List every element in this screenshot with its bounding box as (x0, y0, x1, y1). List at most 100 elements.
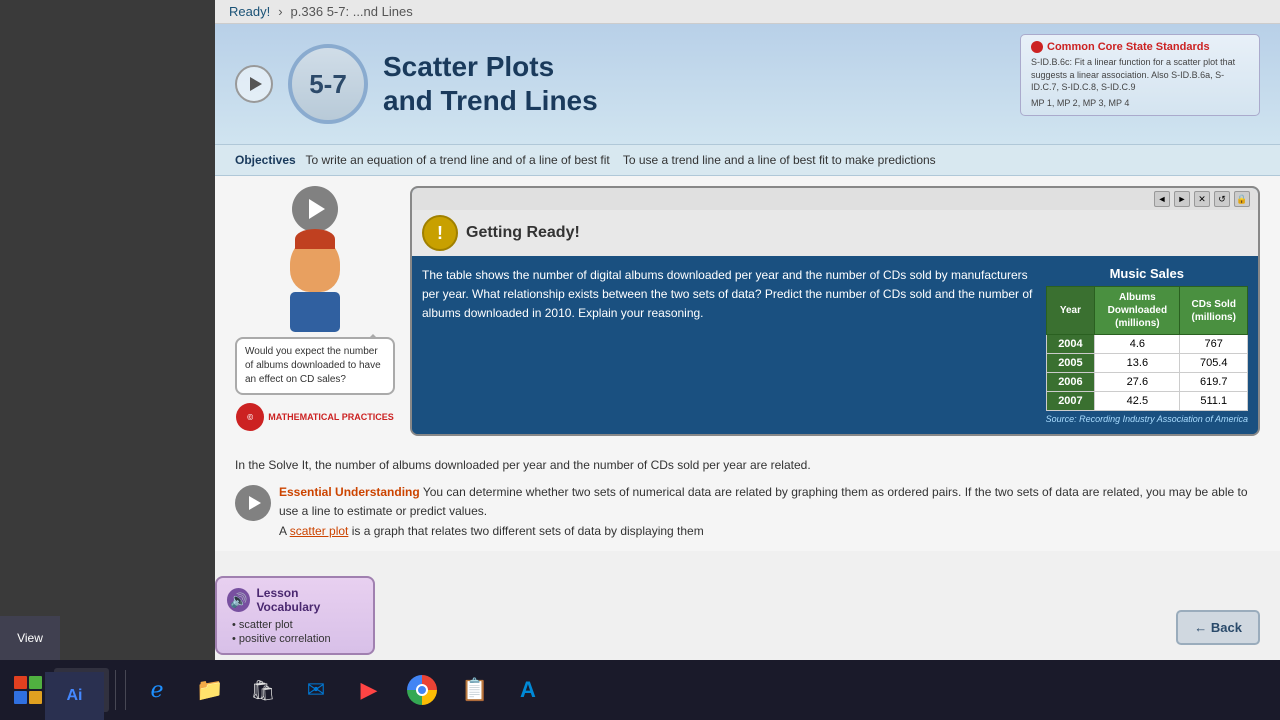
math-practices-label: MATHEMATICAL PRACTICES (268, 412, 394, 422)
cell-cds: 705.4 (1180, 354, 1248, 373)
chrome-icon (407, 675, 437, 705)
col-year: Year (1046, 287, 1095, 335)
solve-it-icon: ! (422, 215, 458, 251)
main-content: Ready! › p.336 5-7: ...nd Lines 5-7 Scat… (215, 0, 1280, 660)
lesson-header: 5-7 Scatter Plots and Trend Lines Common… (215, 24, 1280, 144)
view-button[interactable]: View (0, 616, 60, 660)
cell-albums: 13.6 (1095, 354, 1180, 373)
cell-cds: 511.1 (1180, 392, 1248, 411)
scatter-plot-rest: is a graph that relates two different se… (352, 524, 704, 538)
cell-cds: 619.7 (1180, 373, 1248, 392)
ai-taskbar-item[interactable]: Ai (45, 672, 104, 720)
eu-content: You can determine whether two sets of nu… (279, 485, 1248, 518)
essential-understanding: Essential Understanding You can determin… (235, 483, 1260, 541)
media-player-icon: ▶ (353, 674, 385, 706)
taskbar-azure[interactable]: A (503, 663, 553, 717)
taskbar-ie[interactable]: ℯ (132, 663, 182, 717)
taskbar-divider-2 (125, 670, 126, 710)
objectives-label: Objectives (235, 153, 296, 167)
taskbar-divider-1 (115, 670, 116, 710)
taskbar-chrome[interactable] (397, 663, 447, 717)
taskbar-store[interactable]: 🛍 (238, 663, 288, 717)
solve-it-panel: ◄ ► ✕ ↺ 🔒 ! Getting Ready! The table sho… (410, 186, 1260, 436)
titlebar-lock-btn[interactable]: 🔒 (1234, 191, 1250, 207)
music-sales-table: Music Sales Year Albums Downloaded (mill… (1046, 266, 1248, 424)
vocab-header: 🔊 Lesson Vocabulary (227, 586, 363, 614)
file-explorer-icon: 📁 (194, 674, 226, 706)
header-play-button[interactable] (235, 65, 273, 103)
solve-it-reference: In the Solve It, the number of albums do… (235, 456, 1260, 475)
taskbar: 🔍 Ai ℯ 📁 🛍 ✉ ▶ 📋 (0, 660, 1280, 720)
music-sales-title: Music Sales (1046, 266, 1248, 281)
breadcrumb: Ready! › p.336 5-7: ...nd Lines (215, 0, 1280, 24)
cell-cds: 767 (1180, 335, 1248, 354)
lesson-number: 5-7 (288, 44, 368, 124)
solve-it-text: The table shows the number of digital al… (422, 266, 1036, 424)
titlebar-close-btn[interactable]: ✕ (1194, 191, 1210, 207)
mail-icon: ✉ (300, 674, 332, 706)
taskbar-sticky[interactable]: 📋 (450, 663, 500, 717)
cell-albums: 4.6 (1095, 335, 1180, 354)
vocab-item: • scatter plot (232, 619, 363, 631)
data-table: Year Albums Downloaded (millions) CDs So… (1046, 286, 1248, 411)
character-figure (290, 237, 340, 332)
character-panel: Would you expect the number of albums do… (235, 186, 395, 436)
lesson-body: Would you expect the number of albums do… (215, 176, 1280, 446)
objective-1: To write an equation of a trend line and… (306, 153, 610, 167)
vocab-item: • positive correlation (232, 633, 363, 645)
taskbar-mail[interactable]: ✉ (291, 663, 341, 717)
scatter-plot-link: scatter plot (290, 524, 349, 538)
solve-it-titlebar: ◄ ► ✕ ↺ 🔒 (412, 188, 1258, 210)
scatter-plot-intro: A (279, 524, 290, 538)
character-head (290, 237, 340, 292)
solve-it-body: The table shows the number of digital al… (412, 256, 1258, 434)
speech-bubble: Would you expect the number of albums do… (235, 337, 395, 395)
sticky-notes-icon: 📋 (459, 674, 491, 706)
back-button[interactable]: ← Back (1176, 610, 1260, 645)
cell-year: 2005 (1046, 354, 1095, 373)
cell-albums: 27.6 (1095, 373, 1180, 392)
objectives-bar: Objectives To write an equation of a tre… (215, 144, 1280, 176)
standards-content: S-ID.B.6c: Fit a linear function for a s… (1031, 56, 1249, 94)
table-row: 2006 27.6 619.7 (1046, 373, 1247, 392)
solve-it-header: ! Getting Ready! (412, 210, 1258, 256)
internet-explorer-icon: ℯ (141, 674, 173, 706)
table-source: Source: Recording Industry Association o… (1046, 414, 1248, 424)
objective-2: To use a trend line and a line of best f… (623, 153, 936, 167)
eu-label: Essential Understanding (279, 485, 420, 499)
vocab-items: • scatter plot • positive correlation (227, 619, 363, 645)
titlebar-forward-btn[interactable]: ► (1174, 191, 1190, 207)
table-row: 2007 42.5 511.1 (1046, 392, 1247, 411)
standards-box: Common Core State Standards S-ID.B.6c: F… (1020, 34, 1260, 116)
left-sidebar (0, 0, 215, 660)
taskbar-media[interactable]: ▶ (344, 663, 394, 717)
character-play-button[interactable] (292, 186, 338, 232)
character-hair (295, 229, 335, 249)
eu-play-button[interactable] (235, 485, 271, 521)
titlebar-back-btn[interactable]: ◄ (1154, 191, 1170, 207)
math-practices-icon: © (236, 403, 264, 431)
table-row: 2004 4.6 767 (1046, 335, 1247, 354)
taskbar-file-explorer[interactable]: 📁 (185, 663, 235, 717)
cell-year: 2007 (1046, 392, 1095, 411)
vocab-title: Lesson Vocabulary (256, 586, 363, 614)
vocab-panel: 🔊 Lesson Vocabulary • scatter plot • posi… (215, 576, 375, 655)
windows-logo-icon (14, 676, 42, 704)
math-practices-badge: © MATHEMATICAL PRACTICES (236, 403, 394, 431)
col-albums: Albums Downloaded (millions) (1095, 287, 1180, 335)
breadcrumb-page: p.336 5-7: ...nd Lines (291, 4, 413, 19)
titlebar-controls: ◄ ► ✕ ↺ 🔒 (1154, 191, 1250, 207)
standards-title: Common Core State Standards (1031, 41, 1249, 53)
azure-icon: A (512, 674, 544, 706)
store-icon: 🛍 (247, 674, 279, 706)
view-label: View (17, 631, 43, 645)
vocab-speaker-icon: 🔊 (227, 588, 250, 612)
cell-albums: 42.5 (1095, 392, 1180, 411)
bottom-text: In the Solve It, the number of albums do… (215, 446, 1280, 551)
breadcrumb-ready[interactable]: Ready! (229, 4, 270, 19)
standards-mp: MP 1, MP 2, MP 3, MP 4 (1031, 97, 1249, 110)
breadcrumb-separator: › (278, 4, 282, 19)
titlebar-refresh-btn[interactable]: ↺ (1214, 191, 1230, 207)
standards-dot-icon (1031, 41, 1043, 53)
cell-year: 2006 (1046, 373, 1095, 392)
